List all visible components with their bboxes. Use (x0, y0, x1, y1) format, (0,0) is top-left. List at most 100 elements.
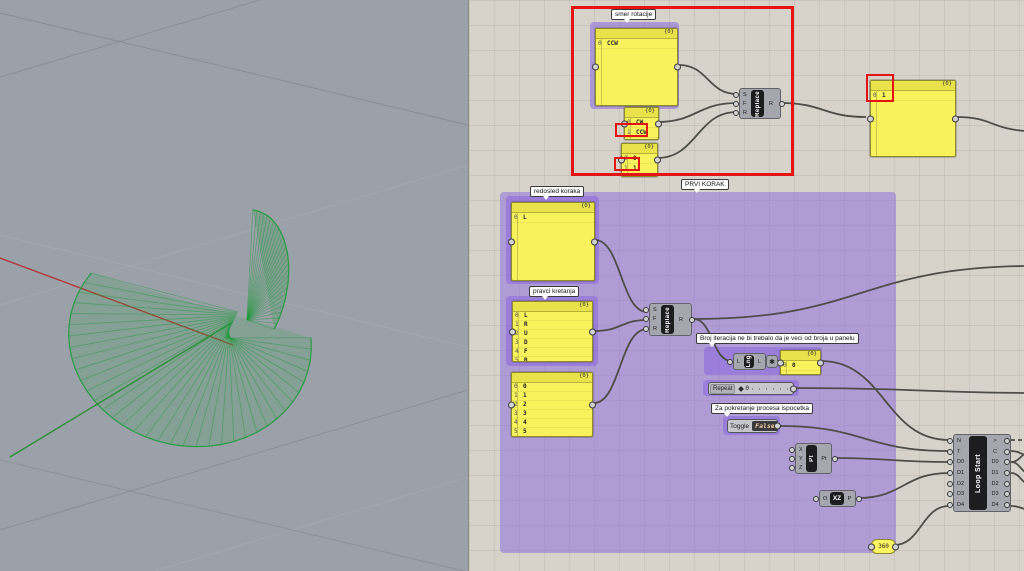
port-D2[interactable]: D2 (988, 481, 1002, 487)
panel-row: 2U (513, 330, 592, 339)
wire[interactable] (894, 506, 949, 545)
panel-row: 33 (512, 410, 592, 419)
port-P[interactable]: P (845, 496, 854, 502)
wire[interactable] (834, 458, 949, 462)
wire[interactable] (957, 117, 1024, 131)
list-length-component[interactable]: L Lng L (733, 353, 766, 370)
panel-row: 22 (512, 401, 592, 410)
annotation-rect-result (866, 74, 894, 102)
slider-knob[interactable] (739, 386, 745, 392)
label-redosled-koraka[interactable]: redosled koraka (530, 186, 584, 197)
port-D1[interactable]: D1 (988, 470, 1002, 476)
loop-start-component[interactable]: NT D0 D1 D2 D3 D4 Loop Start > C D0 D1 D2 D3 D4 (953, 434, 1011, 512)
slider-track[interactable] (752, 388, 789, 390)
port->[interactable]: > (988, 438, 1002, 444)
panel-length-value[interactable]: {0} 00 (780, 350, 821, 375)
port-D3[interactable]: D3 (955, 491, 968, 497)
wire-grip[interactable] (868, 543, 875, 550)
wire-grip[interactable] (952, 115, 959, 122)
wire-grip[interactable] (790, 385, 797, 392)
port-D0[interactable]: D0 (955, 459, 968, 465)
slider-value: 0 (745, 385, 749, 392)
port-R[interactable]: R (651, 326, 660, 332)
wire[interactable] (821, 361, 949, 440)
panel-row: 00 (781, 361, 820, 371)
wire[interactable] (594, 329, 647, 403)
wire[interactable] (1011, 473, 1024, 485)
panel-redosled-koraka[interactable]: {0} 0L (511, 202, 595, 281)
wire-grip[interactable] (591, 238, 598, 245)
port-D3[interactable]: D3 (988, 491, 1002, 497)
wire[interactable] (595, 320, 647, 331)
wire-grip[interactable] (589, 328, 596, 335)
label-prvi-korak[interactable]: PRVI KORAK (681, 179, 729, 190)
panel-body: 001122334455 (512, 383, 592, 436)
port-F[interactable]: F (651, 316, 660, 322)
port-Y[interactable]: Y (797, 456, 805, 462)
port-D1[interactable]: D1 (955, 470, 968, 476)
panel-row: 0L (513, 312, 592, 321)
component-label-capsule: Loop Start (969, 436, 987, 510)
label-broj-iteracija[interactable]: Broj iteracija ne bi trebalo da je veci … (696, 333, 859, 344)
panel-indices[interactable]: {0} 001122334455 (511, 372, 593, 437)
replace-component-main[interactable]: SFR Replace R (649, 303, 692, 336)
panel-pravci-kretanja[interactable]: {0} 0L1R2U3D4F5B (512, 301, 593, 362)
port-D4[interactable]: D4 (955, 502, 968, 508)
port-Z[interactable]: Z (797, 465, 805, 471)
star-button[interactable]: ✱ (766, 355, 778, 368)
label-pravci-kretanja[interactable]: pravci kretanja (529, 286, 579, 297)
xz-plane-component[interactable]: O XZ P (819, 490, 856, 507)
angle-value-tag[interactable]: 360 (871, 539, 896, 554)
port-C[interactable]: C (988, 449, 1002, 455)
wire-grip[interactable] (509, 328, 516, 335)
port-T[interactable]: T (955, 449, 968, 455)
wire[interactable] (595, 240, 647, 312)
panel-row: 11 (512, 392, 592, 401)
wire-grip[interactable] (817, 359, 824, 366)
panel-row: 5B (513, 357, 592, 361)
wire[interactable] (1011, 506, 1024, 510)
port-L[interactable]: L (755, 359, 764, 365)
panel-header: {0} (513, 302, 592, 312)
slider-name: Repeat (710, 384, 735, 394)
screenshot-root: {0} 0CCW {0} 0CW1CCW {0} 0011 {0} 01 {0}… (0, 0, 1024, 571)
wire-grip[interactable] (777, 359, 784, 366)
port-R[interactable]: R (675, 317, 687, 323)
boolean-toggle[interactable]: Toggle False (727, 419, 778, 433)
construct-point-component[interactable]: XYZ Pt Pt (795, 443, 832, 474)
annotation-rect-one-row (614, 157, 640, 171)
component-label-capsule: Replace (661, 305, 674, 334)
wire-grip[interactable] (508, 401, 515, 408)
wire-grip[interactable] (774, 423, 781, 430)
panel-header: {0} (512, 373, 592, 383)
panel-row: 00 (512, 383, 592, 392)
panel-row: 44 (512, 419, 592, 428)
wire[interactable] (797, 388, 1024, 393)
label-za-pokretanje[interactable]: Za pokretanje procesa ispocetka (711, 403, 813, 414)
wire-grip[interactable] (867, 115, 874, 122)
port-D2[interactable]: D2 (955, 481, 968, 487)
component-label-capsule: Lng (744, 355, 754, 368)
port-O[interactable]: O (821, 496, 829, 502)
panel-row: 4F (513, 348, 592, 357)
port-S[interactable]: S (651, 307, 660, 313)
port-D4[interactable]: D4 (988, 502, 1002, 508)
wire-grip[interactable] (892, 543, 899, 550)
wire[interactable] (858, 473, 949, 498)
panel-header: {0} (512, 203, 594, 213)
port-X[interactable]: X (797, 447, 805, 453)
star-icon: ✱ (769, 358, 775, 366)
panel-row: 1R (513, 321, 592, 330)
panel-body: 0L (512, 213, 594, 280)
port-L[interactable]: L (735, 359, 743, 365)
tag-value: 360 (878, 543, 889, 550)
wire-grip[interactable] (508, 238, 515, 245)
port-N[interactable]: N (955, 438, 968, 444)
port-Pt[interactable]: Pt (818, 456, 830, 462)
wire[interactable] (694, 266, 1024, 319)
port-D0[interactable]: D0 (988, 459, 1002, 465)
wire-grip[interactable] (589, 401, 596, 408)
wire[interactable] (1011, 462, 1024, 474)
annotation-rect-main (571, 6, 794, 176)
repeat-number-slider[interactable]: Repeat 0 (708, 382, 794, 395)
